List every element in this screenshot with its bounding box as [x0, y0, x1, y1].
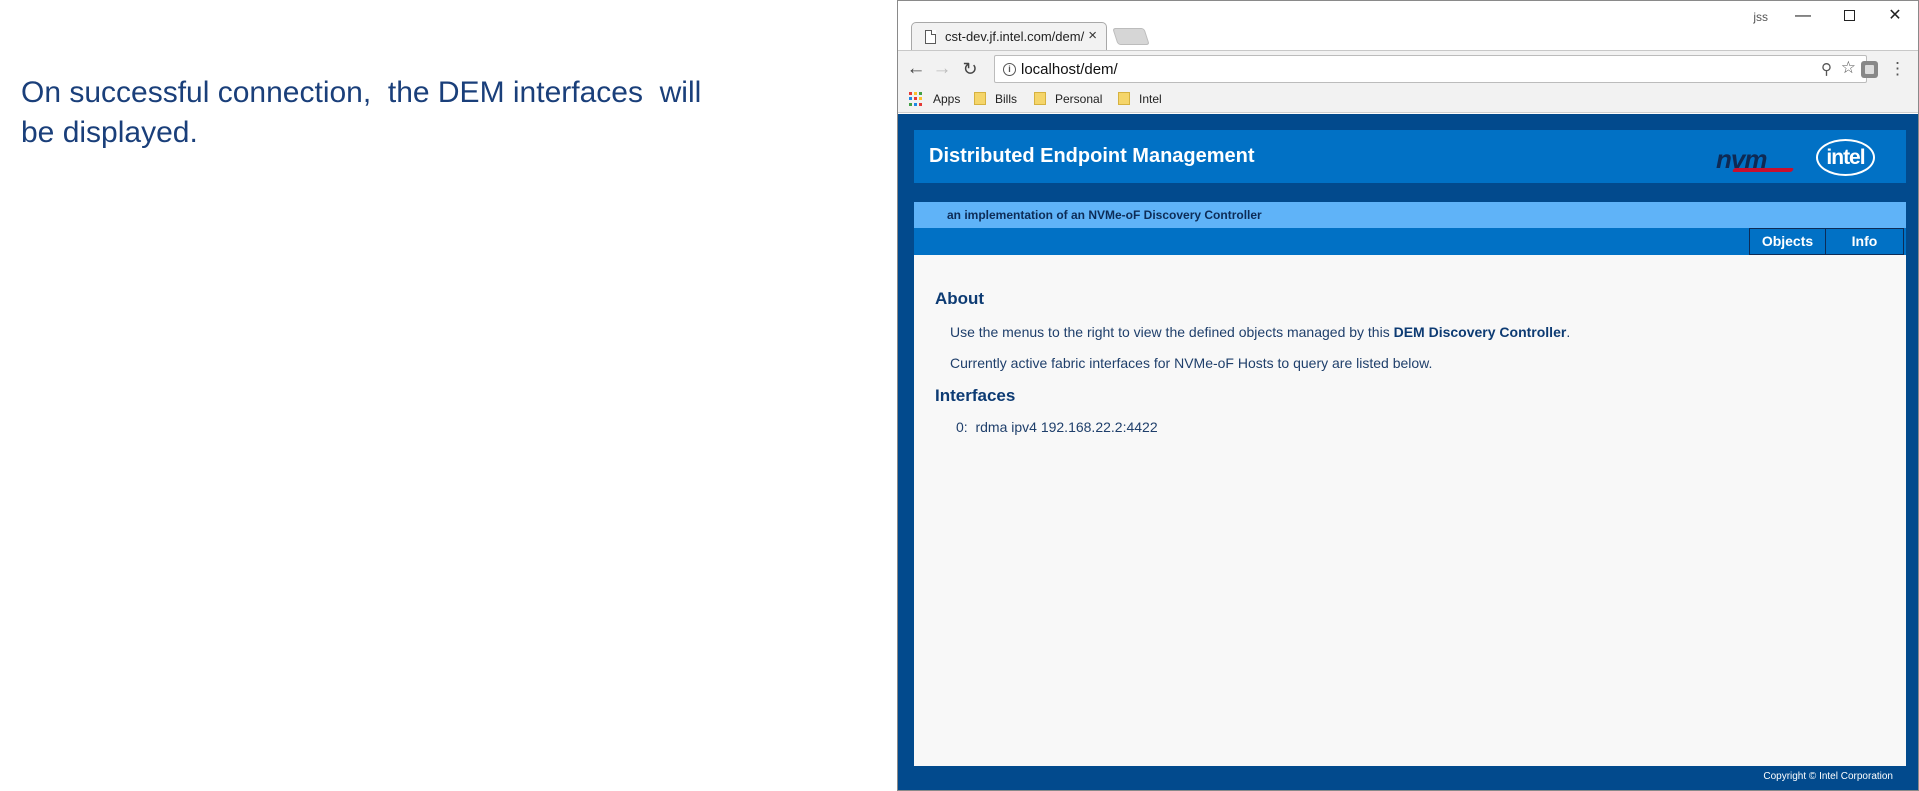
star-icon[interactable]: ☆	[1841, 58, 1856, 78]
forward-arrow-icon[interactable]: →	[930, 57, 954, 81]
document-icon	[925, 30, 936, 44]
apps-grid-dot	[914, 97, 917, 101]
apps-grid-dot	[919, 92, 922, 95]
info-icon[interactable]: i	[1003, 63, 1016, 76]
apps-grid-dot	[914, 102, 917, 106]
extension-icon[interactable]	[1861, 61, 1878, 78]
interface-index: 0:	[956, 419, 968, 435]
nvm-swoosh-icon	[1731, 168, 1795, 172]
menu-info[interactable]: Info	[1825, 228, 1904, 255]
apps-grid-icon	[909, 92, 923, 106]
bookmark-label: Personal	[1055, 92, 1103, 106]
close-tab-icon[interactable]: ×	[1088, 27, 1097, 45]
bookmark-bills[interactable]: Bills	[974, 92, 1017, 106]
about-text-2: Currently active fabric interfaces for N…	[950, 355, 1433, 371]
apps-grid-dot	[919, 102, 922, 106]
about-text-1-pre: Use the menus to the right to view the d…	[950, 324, 1394, 340]
interface-item: 0: rdma ipv4 192.168.22.2:4422	[956, 419, 1158, 435]
page-footer: Copyright © Intel Corporation	[1763, 771, 1893, 782]
back-arrow-icon[interactable]: ←	[904, 57, 928, 81]
interfaces-heading: Interfaces	[935, 386, 1016, 405]
close-window-button[interactable]: ✕	[1872, 5, 1918, 27]
subtitle-bar: an implementation of an NVMe-oF Discover…	[914, 202, 1906, 228]
about-text-1-post: .	[1566, 324, 1571, 340]
key-icon[interactable]: ⚲	[1821, 60, 1832, 78]
menu-dots-icon[interactable]: ⋮	[1889, 58, 1906, 80]
slide-caption: On successful connection, the DEM interf…	[21, 73, 781, 153]
page-title: Distributed Endpoint Management	[929, 145, 1255, 167]
slide: On successful connection, the DEM interf…	[0, 0, 1919, 791]
tab-title: cst-dev.jf.intel.com/dem/	[945, 29, 1085, 44]
profile-badge[interactable]: jss	[1753, 10, 1768, 24]
url-text[interactable]: localhost/dem/	[1021, 61, 1118, 78]
reload-icon[interactable]: ↻	[958, 57, 982, 81]
apps-grid-dot	[909, 97, 912, 101]
page-subtitle: an implementation of an NVMe-oF Discover…	[947, 208, 1262, 222]
page-content: About Use the menus to the right to view…	[914, 255, 1906, 766]
bookmark-intel[interactable]: Intel	[1118, 92, 1162, 106]
intel-logo: intel	[1816, 139, 1875, 176]
folder-icon	[974, 92, 986, 105]
bookmark-personal[interactable]: Personal	[1034, 92, 1102, 106]
address-bar[interactable]: i localhost/dem/ ⚲ ☆	[994, 55, 1867, 83]
about-heading: About	[935, 289, 985, 308]
apps-grid-dot	[909, 102, 912, 106]
about-text-1: Use the menus to the right to view the d…	[950, 324, 1570, 340]
slide-caption-line-1: On successful connection, the DEM interf…	[21, 76, 702, 109]
apps-grid-dot	[909, 92, 912, 95]
maximize-icon	[1843, 10, 1855, 22]
bookmarks-bar: Apps Bills Personal Intel	[898, 87, 1918, 113]
interface-value: rdma ipv4 192.168.22.2:4422	[975, 419, 1158, 435]
page-menubar: Objects Info	[914, 228, 1906, 255]
apps-grid-dot	[919, 97, 922, 101]
new-tab-button[interactable]	[1112, 28, 1150, 45]
browser-titlebar: cst-dev.jf.intel.com/dem/ × jss — ✕	[898, 1, 1918, 51]
slide-caption-line-2: be displayed.	[21, 116, 198, 149]
browser-window: cst-dev.jf.intel.com/dem/ × jss — ✕ ← → …	[897, 0, 1919, 791]
minimize-button[interactable]: —	[1780, 5, 1826, 27]
dem-controller-name: DEM Discovery Controller	[1393, 324, 1567, 340]
web-page: Distributed Endpoint Management nvm inte…	[898, 114, 1918, 790]
folder-icon	[1034, 92, 1046, 105]
bookmark-label: Intel	[1139, 92, 1162, 106]
browser-toolbar: ← → ↻ i localhost/dem/ ⚲ ☆ ⋮	[898, 50, 1918, 87]
apps-grid-dot	[914, 92, 917, 95]
bookmark-label: Bills	[995, 92, 1018, 106]
folder-icon	[1118, 92, 1130, 105]
bookmark-apps[interactable]: Apps	[933, 92, 960, 106]
browser-tab[interactable]: cst-dev.jf.intel.com/dem/ ×	[911, 22, 1107, 51]
maximize-button[interactable]	[1826, 5, 1872, 27]
menu-objects[interactable]: Objects	[1749, 228, 1826, 255]
page-header: Distributed Endpoint Management nvm inte…	[914, 130, 1906, 183]
